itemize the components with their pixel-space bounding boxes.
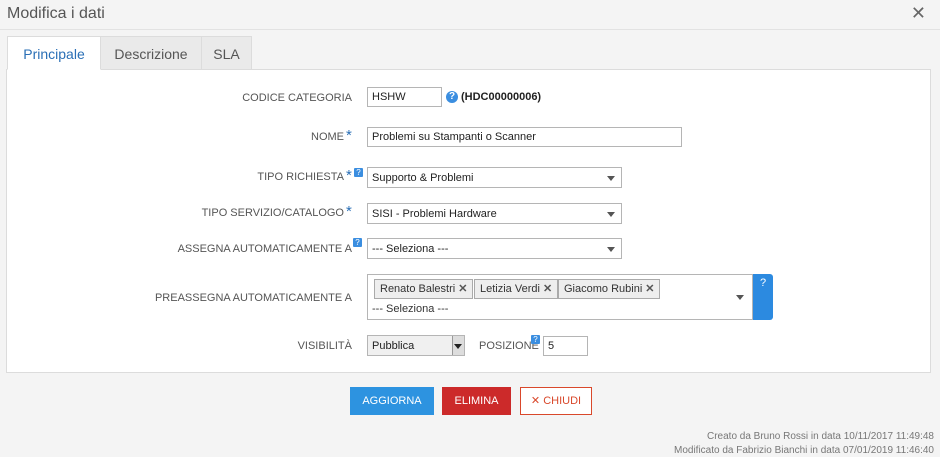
nome-input[interactable]: Problemi su Stampanti o Scanner: [367, 127, 682, 147]
remove-icon[interactable]: ✕: [458, 283, 467, 295]
created-info: Creato da Bruno Rossi in data 10/11/2017…: [706, 431, 934, 442]
chevron-down-icon: [607, 176, 615, 181]
help-button[interactable]: ?: [753, 274, 773, 320]
visibilita-label: VISIBILITÀ: [297, 340, 352, 352]
chevron-down-icon: [607, 212, 615, 217]
dialog-title: Modifica i dati: [7, 5, 105, 22]
close-button-label: CHIUDI: [543, 395, 582, 407]
assegna-select[interactable]: --- Seleziona ---: [367, 238, 622, 259]
close-button[interactable]: ✕ CHIUDI: [520, 387, 592, 415]
required-mark: *: [346, 127, 352, 144]
remove-icon[interactable]: ✕: [645, 283, 654, 295]
posizione-label: POSIZIONE: [479, 340, 539, 352]
assegna-label: ASSEGNA AUTOMATICAMENTE A: [177, 243, 352, 255]
remove-icon[interactable]: ✕: [543, 283, 552, 295]
selected-tag: Renato Balestri ✕: [374, 279, 474, 299]
close-icon: ✕: [530, 395, 541, 407]
selected-tag: Giacomo Rubini ✕: [558, 279, 661, 299]
tipo-servizio-select[interactable]: SISI - Problemi Hardware: [367, 203, 622, 224]
dialog-titlebar: Modifica i dati ✕: [0, 0, 940, 30]
required-mark: *: [346, 203, 352, 220]
help-icon[interactable]: ?: [354, 168, 363, 177]
tipo-servizio-value: SISI - Problemi Hardware: [372, 208, 497, 220]
close-icon[interactable]: ✕: [911, 4, 926, 22]
selected-tag: Letizia Verdi ✕: [474, 279, 559, 299]
preassegna-multiselect[interactable]: Renato Balestri ✕ Letizia Verdi ✕ Giacomo …: [367, 274, 753, 320]
visibilita-value: Pubblica: [372, 340, 415, 352]
preassegna-label: PREASSEGNA AUTOMATICAMENTE A: [154, 292, 352, 304]
chevron-down-icon[interactable]: [736, 295, 744, 300]
chevron-down-icon: [454, 344, 462, 349]
codice-categoria-input[interactable]: HSHW: [367, 87, 442, 107]
tipo-richiesta-label: TIPO RICHIESTA: [257, 171, 344, 183]
help-icon[interactable]: ?: [531, 335, 540, 344]
multiselect-placeholder: --- Seleziona ---: [372, 303, 449, 315]
tipo-servizio-label: TIPO SERVIZIO/CATALOGO: [201, 207, 344, 219]
posizione-input[interactable]: 5: [543, 336, 588, 356]
nome-label: NOME: [311, 131, 344, 143]
help-icon[interactable]: ?: [353, 238, 362, 247]
tipo-richiesta-value: Supporto & Problemi: [372, 172, 474, 184]
tipo-richiesta-select[interactable]: Supporto & Problemi: [367, 167, 622, 188]
update-button[interactable]: AGGIORNA: [350, 387, 434, 415]
tag-label: Letizia Verdi: [480, 283, 540, 295]
tab-principale[interactable]: Principale: [7, 36, 101, 70]
codice-categoria-label: CODICE CATEGORIA: [242, 92, 352, 104]
chevron-down-icon: [607, 247, 615, 252]
visibilita-select[interactable]: Pubblica: [367, 335, 465, 356]
help-icon[interactable]: ?: [446, 91, 458, 103]
tag-label: Giacomo Rubini: [564, 283, 643, 295]
tab-descrizione[interactable]: Descrizione: [100, 36, 202, 70]
modified-info: Modificato da Fabrizio Bianchi in data 0…: [674, 445, 934, 456]
tag-label: Renato Balestri: [380, 283, 456, 295]
delete-button[interactable]: ELIMINA: [442, 387, 511, 415]
assegna-value: --- Seleziona ---: [372, 243, 449, 255]
required-mark: *: [346, 167, 352, 184]
tab-sla[interactable]: SLA: [201, 36, 252, 70]
category-code: (HDC00000006): [461, 91, 542, 103]
